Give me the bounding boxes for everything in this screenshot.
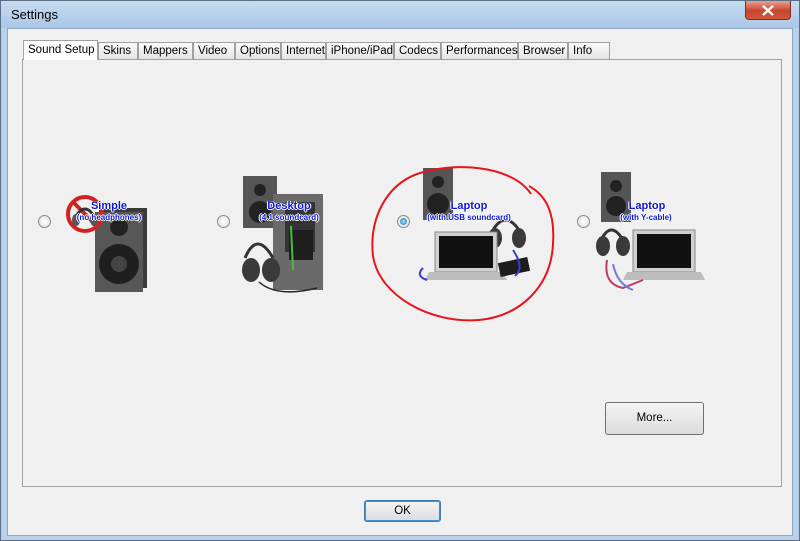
option-desktop-subtitle: (4.1 soundcard) [259,213,319,222]
settings-window: Settings Sound Setup Skins Mappers Video… [0,0,800,541]
option-laptop-ycable-subtitle: (with Y-cable) [620,213,672,222]
laptop-ycable-icon [596,172,705,291]
tab-options[interactable]: Options [235,42,281,59]
tab-performances[interactable]: Performances [441,42,518,59]
tab-iphone-ipad[interactable]: iPhone/iPad [326,42,394,59]
tab-mappers[interactable]: Mappers [138,42,193,59]
option-laptop-ycable-title: Laptop [628,200,666,212]
red-highlight-annotation [371,166,555,322]
tab-codecs[interactable]: Codecs [394,42,441,59]
radio-laptop-ycable[interactable] [577,215,590,228]
option-desktop-title: Desktop [267,200,311,212]
tab-info[interactable]: Info [568,42,610,59]
tab-browser[interactable]: Browser [518,42,568,59]
settings-client-area: Sound Setup Skins Mappers Video Options … [7,28,793,536]
close-icon [762,5,774,16]
more-button[interactable]: More... [605,402,704,435]
speaker-no-headphones-icon [66,195,147,292]
window-title: Settings [11,7,58,22]
tab-skins[interactable]: Skins [98,42,138,59]
option-simple-title: Simple [90,200,128,212]
close-button[interactable] [745,1,791,20]
radio-simple[interactable] [38,215,51,228]
radio-desktop[interactable] [217,215,230,228]
option-simple-subtitle: (no headphones) [76,213,142,222]
ok-button[interactable]: OK [364,500,441,522]
tab-video[interactable]: Video [193,42,235,59]
title-bar[interactable]: Settings [1,1,799,28]
tab-sound-setup[interactable]: Sound Setup [23,40,98,60]
sound-setup-panel: Simple (no headphones) Desktop (4.1 soun… [22,59,782,487]
tab-internet[interactable]: Internet [281,42,326,59]
desktop-pc-speaker-icon [242,176,323,293]
